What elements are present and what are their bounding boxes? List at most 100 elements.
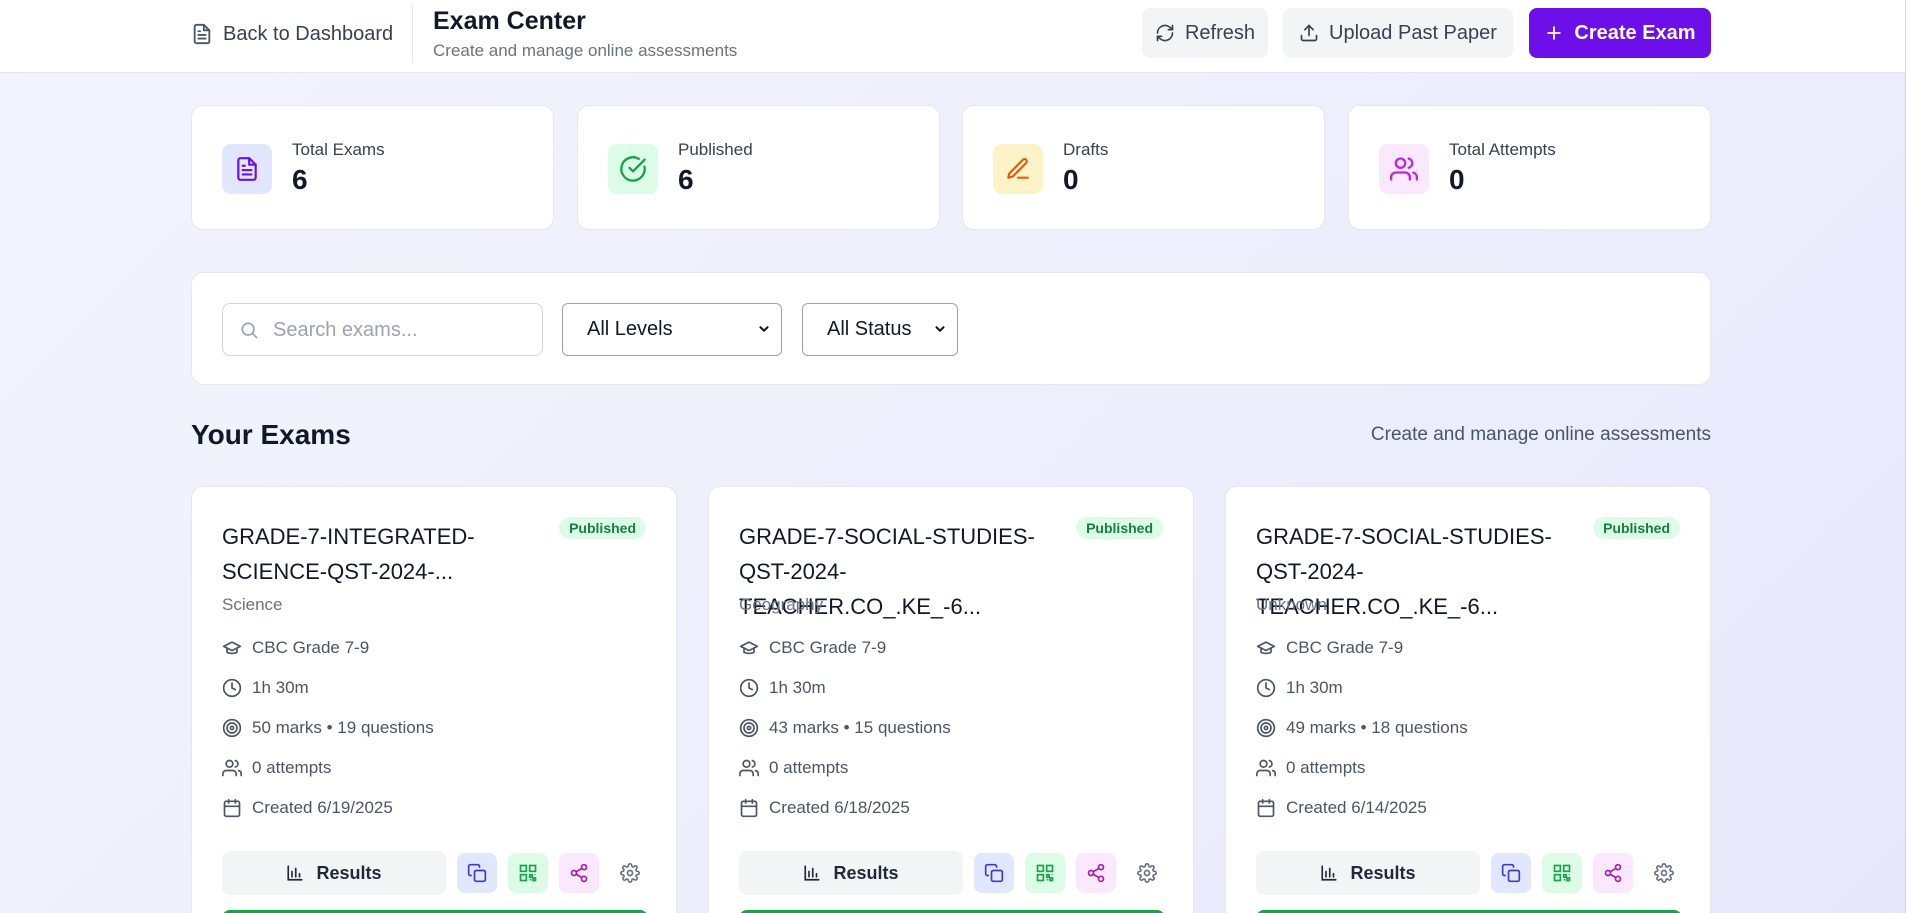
back-to-dashboard-link[interactable]: Back to Dashboard — [191, 20, 393, 48]
status-badge: Published — [1593, 517, 1680, 539]
target-icon — [222, 718, 242, 738]
settings-button[interactable] — [1644, 853, 1684, 893]
upload-icon — [1300, 24, 1318, 42]
share-button[interactable] — [559, 853, 599, 893]
duplicate-button[interactable] — [974, 853, 1014, 893]
bar-chart-icon — [287, 865, 304, 881]
meta-marks-text: 50 marks • 19 questions — [252, 718, 434, 737]
meta-marks: 43 marks • 15 questions — [739, 718, 951, 738]
meta-duration-text: 1h 30m — [769, 678, 826, 697]
target-icon — [1256, 718, 1276, 738]
meta-attempts-text: 0 attempts — [1286, 758, 1366, 777]
create-exam-button[interactable]: Create Exam — [1529, 8, 1711, 58]
graduation-cap-icon — [222, 641, 242, 655]
meta-level: CBC Grade 7-9 — [222, 638, 369, 658]
qr-code-button[interactable] — [1542, 853, 1582, 893]
meta-created-text: Created 6/19/2025 — [252, 798, 393, 817]
gear-icon — [1654, 863, 1674, 883]
document-icon — [222, 144, 272, 194]
calendar-icon — [740, 798, 758, 818]
meta-created: Created 6/14/2025 — [1256, 798, 1427, 818]
stat-value: 0 — [1449, 164, 1465, 195]
refresh-label: Refresh — [1184, 21, 1256, 44]
share-button[interactable] — [1076, 853, 1116, 893]
stat-value: 0 — [1063, 164, 1079, 195]
duplicate-button[interactable] — [1491, 853, 1531, 893]
meta-created-text: Created 6/18/2025 — [769, 798, 910, 817]
status-select[interactable]: All Status — [802, 303, 958, 356]
refresh-button[interactable]: Refresh — [1142, 8, 1268, 58]
qr-code-button[interactable] — [508, 853, 548, 893]
meta-marks: 50 marks • 19 questions — [222, 718, 434, 738]
exam-subject: Geography — [739, 595, 824, 614]
search-input[interactable] — [273, 314, 533, 346]
status-selected: All Status — [827, 318, 912, 340]
settings-button[interactable] — [610, 853, 650, 893]
back-label: Back to Dashboard — [223, 22, 394, 45]
copy-icon — [467, 863, 487, 883]
search-box[interactable] — [222, 303, 543, 356]
bar-chart-icon — [804, 865, 821, 881]
stat-card-total-exams: Total Exams 6 — [191, 105, 554, 230]
exam-card: GRADE-7-INTEGRATED- SCIENCE-QST-2024-...… — [191, 486, 677, 913]
pencil-icon — [993, 144, 1043, 194]
meta-level: CBC Grade 7-9 — [1256, 638, 1403, 658]
section-subtitle: Create and manage online assessments — [1370, 424, 1711, 445]
qr-code-icon — [1553, 864, 1571, 882]
levels-selected: All Levels — [587, 318, 673, 340]
levels-select[interactable]: All Levels — [562, 303, 782, 356]
chevron-down-icon — [935, 326, 945, 332]
exam-title[interactable]: GRADE-7-INTEGRATED- SCIENCE-QST-2024-... — [222, 519, 562, 589]
results-button[interactable]: Results — [222, 851, 446, 895]
meta-marks-text: 43 marks • 15 questions — [769, 718, 951, 737]
share-button[interactable] — [1593, 853, 1633, 893]
stat-card-published: Published 6 — [577, 105, 940, 230]
exam-subject: Unknown — [1256, 595, 1327, 614]
exam-card: GRADE-7-SOCIAL-STUDIES- QST-2024-TEACHER… — [708, 486, 1194, 913]
meta-duration: 1h 30m — [222, 678, 309, 698]
calendar-icon — [223, 798, 241, 818]
qr-code-button[interactable] — [1025, 853, 1065, 893]
stat-label: Published — [678, 140, 753, 159]
results-label: Results — [316, 862, 382, 883]
meta-level-text: CBC Grade 7-9 — [769, 638, 887, 657]
stat-value: 6 — [292, 164, 308, 195]
meta-duration-text: 1h 30m — [252, 678, 309, 697]
meta-created: Created 6/18/2025 — [739, 798, 910, 818]
exam-subject: Science — [222, 595, 283, 614]
meta-level-text: CBC Grade 7-9 — [252, 638, 370, 657]
gear-icon — [1137, 863, 1157, 883]
meta-duration: 1h 30m — [739, 678, 826, 698]
card-actions: Results — [739, 851, 1165, 895]
results-label: Results — [1350, 862, 1416, 883]
clock-icon — [222, 678, 242, 698]
meta-marks-text: 49 marks • 18 questions — [1286, 718, 1468, 737]
upload-label: Upload Past Paper — [1329, 21, 1497, 44]
meta-attempts-text: 0 attempts — [769, 758, 849, 777]
exam-card: GRADE-7-SOCIAL-STUDIES- QST-2024-TEACHER… — [1225, 486, 1711, 913]
chevron-down-icon — [759, 326, 769, 332]
clock-icon — [739, 678, 759, 698]
users-icon — [222, 759, 242, 777]
users-icon — [1379, 144, 1429, 194]
stat-label: Total Attempts — [1449, 140, 1556, 159]
page-subtitle: Create and manage online assessments — [433, 41, 738, 60]
meta-attempts: 0 attempts — [1256, 758, 1365, 778]
gear-icon — [620, 863, 640, 883]
upload-past-paper-button[interactable]: Upload Past Paper — [1283, 8, 1513, 58]
share-icon — [570, 863, 588, 883]
users-icon — [739, 759, 759, 777]
check-circle-icon — [608, 144, 658, 194]
results-button[interactable]: Results — [739, 851, 963, 895]
results-button[interactable]: Results — [1256, 851, 1480, 895]
stat-value: 6 — [678, 164, 694, 195]
graduation-cap-icon — [739, 641, 759, 655]
share-icon — [1087, 863, 1105, 883]
meta-attempts: 0 attempts — [222, 758, 331, 778]
qr-code-icon — [519, 864, 537, 882]
duplicate-button[interactable] — [457, 853, 497, 893]
copy-icon — [1501, 863, 1521, 883]
meta-duration: 1h 30m — [1256, 678, 1343, 698]
settings-button[interactable] — [1127, 853, 1167, 893]
status-badge: Published — [1076, 517, 1163, 539]
